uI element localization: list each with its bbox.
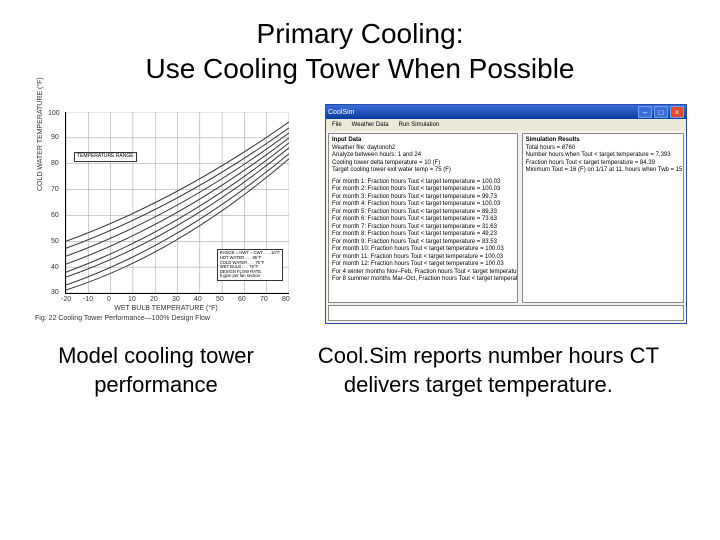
left-pane: Input Data Weather file: daytonoh2 Analy… [328, 133, 518, 303]
title-line1: Primary Cooling: [257, 18, 464, 49]
page-title: Primary Cooling: Use Cooling Tower When … [30, 16, 690, 86]
figure-caption: Fig. 22 Cooling Tower Performance—100% D… [35, 315, 210, 322]
left-figure: COLD WATER TEMPERATURE (°F) WET BULB TEM… [35, 104, 297, 322]
title-line2: Use Cooling Tower When Possible [145, 53, 574, 84]
y-axis-label: COLD WATER TEMPERATURE (°F) [37, 77, 44, 191]
input-heading: Input Data [332, 137, 361, 143]
right-pane: Simulation Results Total hours = 8760 Nu… [522, 133, 684, 303]
window-titlebar: CoolSim – □ × [326, 105, 686, 119]
x-axis-label: WET BULB TEMPERATURE (°F) [114, 305, 218, 312]
caption-right: Cool.Sim reports number hours CT deliver… [310, 342, 690, 399]
menu-file[interactable]: File [332, 122, 342, 128]
menu-run[interactable]: Run Simulation [399, 122, 440, 128]
figure-row: COLD WATER TEMPERATURE (°F) WET BULB TEM… [30, 104, 690, 322]
window-menu: File Weather Data Run Simulation [326, 119, 686, 131]
caption-left: Model cooling tower performance [30, 342, 282, 399]
window-title: CoolSim [328, 109, 354, 116]
sim-heading: Simulation Results [526, 137, 580, 143]
right-figure: CoolSim – □ × File Weather Data Run Simu… [325, 104, 685, 322]
close-icon[interactable]: × [670, 106, 684, 118]
coolsim-window: CoolSim – □ × File Weather Data Run Simu… [325, 104, 687, 324]
temp-range-label: TEMPERATURE RANGE [74, 152, 137, 162]
caption-row: Model cooling tower performance Cool.Sim… [30, 342, 690, 399]
menu-weather[interactable]: Weather Data [352, 122, 389, 128]
maximize-icon[interactable]: □ [654, 106, 668, 118]
minimize-icon[interactable]: – [638, 106, 652, 118]
bottom-pane [328, 305, 684, 321]
chart-axes: TEMPERATURE RANGE RANGE = HWT – CWT . . … [65, 112, 289, 294]
design-legend-box: RANGE = HWT – CWT . . . 10°F HOT WATER .… [217, 249, 283, 281]
